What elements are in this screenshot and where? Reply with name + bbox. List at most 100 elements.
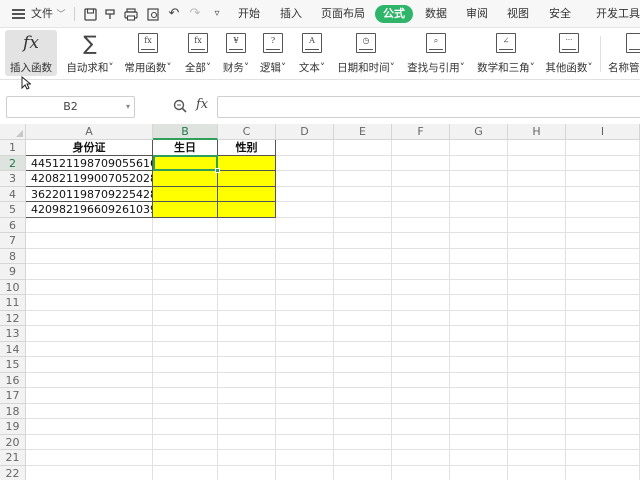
cell-b5[interactable] (153, 202, 218, 218)
print-preview-icon[interactable] (145, 0, 161, 28)
format-painter-icon[interactable] (102, 0, 118, 28)
row-header-5[interactable]: 5 (0, 202, 26, 218)
cell-i3[interactable] (566, 171, 640, 187)
cell-h13[interactable] (508, 326, 566, 342)
cell-g10[interactable] (450, 279, 508, 295)
cell-e7[interactable] (334, 233, 392, 249)
more-functions-button[interactable]: ··· 其他函数˅ (542, 30, 596, 76)
tab-view[interactable]: 视图 (507, 0, 529, 28)
cell-a21[interactable] (26, 450, 153, 466)
cell-e21[interactable] (334, 450, 392, 466)
cell-i2[interactable] (566, 155, 640, 171)
cell-b3[interactable] (153, 171, 218, 187)
cell-a12[interactable] (26, 310, 153, 326)
cell-i11[interactable] (566, 295, 640, 311)
cell-c16[interactable] (218, 372, 276, 388)
cell-h3[interactable] (508, 171, 566, 187)
cell-g13[interactable] (450, 326, 508, 342)
cell-b19[interactable] (153, 419, 218, 435)
cell-f7[interactable] (392, 233, 450, 249)
cell-b13[interactable] (153, 326, 218, 342)
cell-g14[interactable] (450, 341, 508, 357)
hamburger-menu-icon[interactable] (12, 0, 26, 28)
cell-f2[interactable] (392, 155, 450, 171)
cell-i5[interactable] (566, 202, 640, 218)
cell-a22[interactable] (26, 465, 153, 480)
cell-a11[interactable] (26, 295, 153, 311)
row-header-12[interactable]: 12 (0, 310, 26, 326)
cell-h19[interactable] (508, 419, 566, 435)
cell-d21[interactable] (276, 450, 334, 466)
cell-e16[interactable] (334, 372, 392, 388)
cell-h10[interactable] (508, 279, 566, 295)
cell-d4[interactable] (276, 186, 334, 202)
cell-f20[interactable] (392, 434, 450, 450)
cell-e14[interactable] (334, 341, 392, 357)
cell-i21[interactable] (566, 450, 640, 466)
cell-a19[interactable] (26, 419, 153, 435)
autosum-button[interactable]: ∑ 自动求和˅ (63, 30, 117, 76)
cell-i6[interactable] (566, 217, 640, 233)
cell-e1[interactable] (334, 140, 392, 156)
row-header-17[interactable]: 17 (0, 388, 26, 404)
cell-a15[interactable] (26, 357, 153, 373)
fill-handle[interactable] (215, 168, 220, 173)
cell-h4[interactable] (508, 186, 566, 202)
cell-c15[interactable] (218, 357, 276, 373)
cell-d12[interactable] (276, 310, 334, 326)
cell-c7[interactable] (218, 233, 276, 249)
cell-i9[interactable] (566, 264, 640, 280)
row-header-9[interactable]: 9 (0, 264, 26, 280)
cell-d17[interactable] (276, 388, 334, 404)
save-icon[interactable] (82, 0, 98, 28)
cell-f13[interactable] (392, 326, 450, 342)
cell-a3[interactable]: 420821199007052028 (26, 171, 153, 187)
cell-e2[interactable] (334, 155, 392, 171)
row-header-20[interactable]: 20 (0, 434, 26, 450)
cell-b20[interactable] (153, 434, 218, 450)
column-header-h[interactable]: H (508, 124, 566, 140)
tab-security[interactable]: 安全 (549, 0, 571, 28)
cell-d10[interactable] (276, 279, 334, 295)
cell-a14[interactable] (26, 341, 153, 357)
cell-f11[interactable] (392, 295, 450, 311)
cell-g19[interactable] (450, 419, 508, 435)
cell-f6[interactable] (392, 217, 450, 233)
cell-c8[interactable] (218, 248, 276, 264)
name-manager-button[interactable]: 名称管 (606, 30, 640, 76)
cell-c5[interactable] (218, 202, 276, 218)
cell-g7[interactable] (450, 233, 508, 249)
cell-e10[interactable] (334, 279, 392, 295)
cell-g18[interactable] (450, 403, 508, 419)
cell-g2[interactable] (450, 155, 508, 171)
cell-e3[interactable] (334, 171, 392, 187)
cell-d7[interactable] (276, 233, 334, 249)
cell-b11[interactable] (153, 295, 218, 311)
cell-i22[interactable] (566, 465, 640, 480)
cell-f17[interactable] (392, 388, 450, 404)
cell-f5[interactable] (392, 202, 450, 218)
row-header-6[interactable]: 6 (0, 217, 26, 233)
cell-i17[interactable] (566, 388, 640, 404)
row-header-2[interactable]: 2 (0, 155, 26, 171)
cell-g15[interactable] (450, 357, 508, 373)
all-functions-button[interactable]: fx 全部˅ (180, 30, 216, 76)
row-header-11[interactable]: 11 (0, 295, 26, 311)
cell-h6[interactable] (508, 217, 566, 233)
common-functions-button[interactable]: fx 常用函数˅ (121, 30, 175, 76)
fx-icon[interactable]: fx (196, 97, 208, 112)
cell-d13[interactable] (276, 326, 334, 342)
cell-i14[interactable] (566, 341, 640, 357)
formula-input[interactable] (217, 96, 640, 118)
tab-insert[interactable]: 插入 (280, 0, 302, 28)
cell-i1[interactable] (566, 140, 640, 156)
cell-d15[interactable] (276, 357, 334, 373)
cell-e18[interactable] (334, 403, 392, 419)
row-header-21[interactable]: 21 (0, 450, 26, 466)
chevron-down-icon[interactable]: ▾ (126, 97, 130, 117)
cell-h1[interactable] (508, 140, 566, 156)
cell-a9[interactable] (26, 264, 153, 280)
cell-i16[interactable] (566, 372, 640, 388)
tab-data[interactable]: 数据 (425, 0, 447, 28)
cell-h18[interactable] (508, 403, 566, 419)
